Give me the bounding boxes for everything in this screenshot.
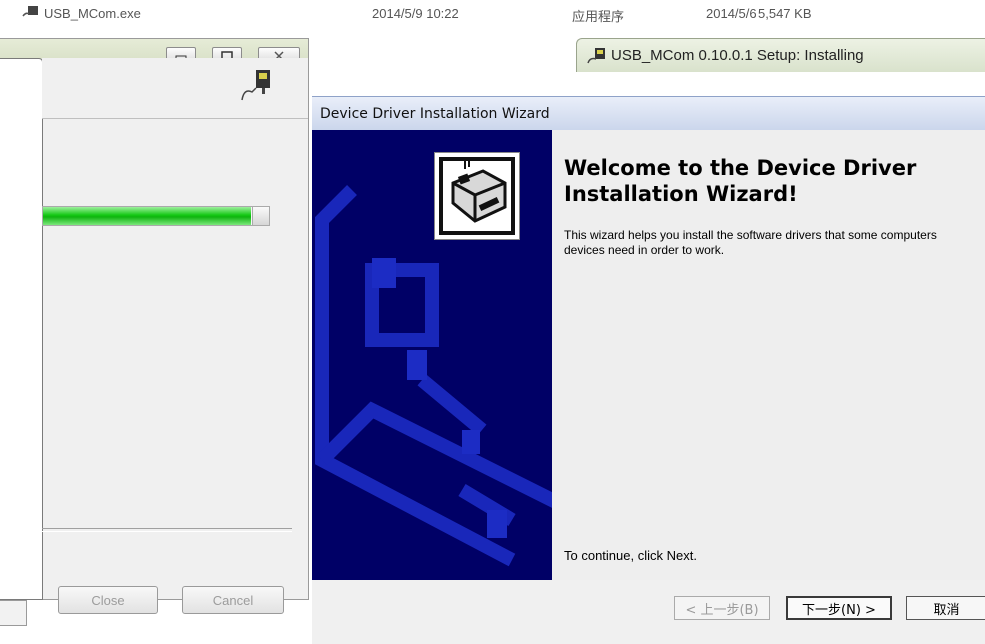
wizard-titlebar[interactable]: Device Driver Installation Wizard	[312, 96, 985, 130]
wizard-banner	[312, 130, 552, 580]
file-date: 2014/5/9 10:22	[372, 6, 459, 21]
driver-wizard-dialog: Device Driver Installation Wizard Welcom…	[312, 96, 985, 644]
progress-window	[0, 38, 309, 600]
footer-divider	[42, 528, 292, 532]
device-installer-icon	[439, 157, 515, 235]
file-size: 5,547 KB	[758, 6, 812, 21]
file-date-2: 2014/5/6	[706, 6, 757, 21]
wizard-footer: < 上一步(B) 下一步(N) > 取消	[312, 580, 985, 644]
file-name: USB_MCom.exe	[44, 6, 141, 21]
close-button[interactable]: Close	[58, 586, 158, 614]
file-type: 应用程序	[572, 9, 625, 24]
next-button[interactable]: 下一步(N) >	[786, 596, 892, 620]
usb-setup-icon	[241, 70, 270, 101]
wizard-cancel-button[interactable]: 取消	[906, 596, 985, 620]
device-icon-frame	[434, 152, 520, 240]
header-divider	[42, 118, 308, 119]
wizard-title: Device Driver Installation Wizard	[320, 106, 550, 122]
wizard-description: This wizard helps you install the softwa…	[564, 228, 937, 257]
usb-icon	[587, 48, 605, 64]
progress-window-header	[42, 58, 308, 118]
progress-window-inner-pane	[0, 58, 43, 600]
setup-window-title: USB_MCom 0.10.0.1 Setup: Installing	[611, 47, 864, 64]
usb-icon	[22, 6, 38, 17]
install-progress-bar	[42, 206, 270, 226]
background-file-row[interactable]: USB_MCom.exe 2014/5/9 10:22 应用程序 2014/5/…	[0, 0, 985, 26]
progress-track-end	[252, 207, 269, 225]
back-button[interactable]: < 上一步(B)	[674, 596, 770, 620]
progress-fill	[43, 207, 251, 225]
background-window-edge	[0, 600, 27, 626]
wizard-heading: Welcome to the Device Driver Installatio…	[564, 156, 917, 206]
setup-window-titlebar[interactable]: USB_MCom 0.10.0.1 Setup: Installing	[576, 38, 985, 72]
cancel-button[interactable]: Cancel	[182, 586, 284, 614]
wizard-content: Welcome to the Device Driver Installatio…	[552, 130, 985, 580]
wizard-continue-text: To continue, click Next.	[564, 548, 697, 563]
